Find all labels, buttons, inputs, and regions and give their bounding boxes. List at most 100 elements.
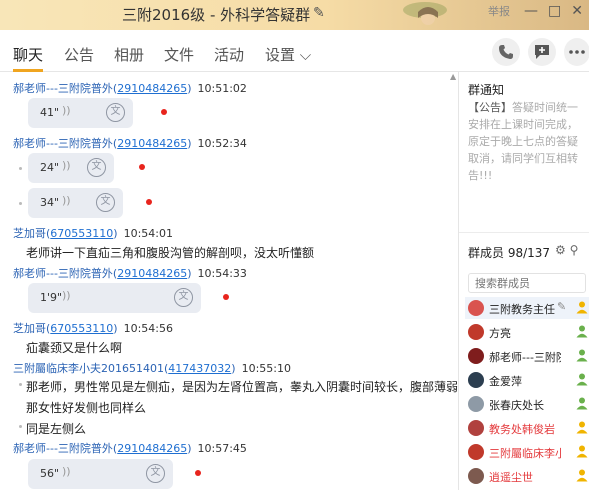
- member-item[interactable]: 逍遥尘世: [465, 465, 589, 487]
- role-icon: [576, 325, 588, 338]
- more-button[interactable]: [564, 38, 589, 66]
- sender-qq-link[interactable]: 2910484265: [117, 442, 187, 455]
- message-text: 老师讲一下直疝三角和腹股沟管的解剖呗，没太听懂额: [26, 246, 315, 260]
- member-item[interactable]: 张春庆处长: [465, 393, 589, 415]
- voice-wave-icon: )): [62, 465, 71, 478]
- member-search-input[interactable]: [468, 273, 586, 293]
- more-icon: [569, 50, 585, 54]
- tab-activities[interactable]: 活动: [214, 44, 244, 65]
- report-menu[interactable]: 举报: [488, 3, 510, 19]
- voice-message[interactable]: 24" )) 文: [28, 153, 114, 183]
- member-item[interactable]: 三附教务主任 ✎: [465, 297, 589, 319]
- member-item[interactable]: 三附屬临床李小夫: [465, 441, 589, 463]
- avatar: [468, 468, 484, 484]
- voice-wave-icon: )): [62, 104, 71, 117]
- message-header: 三附屬临床李小夫201651401(417437032) 10:55:10: [13, 362, 291, 375]
- sender-name[interactable]: 郝老师---三附院普外: [13, 82, 113, 95]
- maximize-icon[interactable]: □: [548, 3, 561, 19]
- bullet-dot: [19, 202, 22, 205]
- sender-name[interactable]: 芝加哥: [13, 322, 46, 335]
- member-item[interactable]: 教务处韩俊岩: [465, 417, 589, 439]
- search-icon[interactable]: ⚲: [570, 243, 579, 257]
- avatar: [468, 420, 484, 436]
- member-name: 三附屬临床李小夫: [489, 447, 561, 460]
- voice-duration: 1'9": [40, 291, 63, 304]
- window-controls: 举报 — □ ✕: [488, 3, 583, 19]
- member-item[interactable]: 郝老师---三附院普外: [465, 345, 589, 367]
- tab-settings[interactable]: 设置 ⌵: [265, 44, 311, 65]
- avatar: [468, 396, 484, 412]
- bullet-dot: [19, 167, 22, 170]
- member-item[interactable]: 金爱萍: [465, 369, 589, 391]
- voice-duration: 34": [40, 196, 60, 209]
- message-text: 那老师，男性常见是左侧疝，是因为左肾位置高，睾丸入阴囊时间较长，腹部薄弱，: [26, 380, 459, 394]
- member-name: 教务处韩俊岩: [489, 423, 555, 436]
- voice-message[interactable]: 41" )) 文: [28, 98, 133, 128]
- phone-icon: [499, 45, 513, 59]
- unread-dot: [223, 294, 229, 300]
- message-header: 芝加哥(670553110) 10:54:56: [13, 322, 173, 335]
- sender-qq-link[interactable]: 2910484265: [117, 137, 187, 150]
- sender-qq-link[interactable]: 2910484265: [117, 267, 187, 280]
- message-time: 10:54:33: [197, 267, 247, 280]
- tab-chat[interactable]: 聊天: [13, 44, 43, 65]
- convert-to-text-icon[interactable]: 文: [146, 464, 165, 483]
- sender-name[interactable]: 郝老师---三附院普外: [13, 137, 113, 150]
- tab-album[interactable]: 相册: [114, 44, 144, 65]
- message-plus-icon: [535, 45, 549, 59]
- members-tools: ⚙ ⚲: [555, 243, 578, 257]
- member-settings-icon[interactable]: ⚙: [555, 243, 566, 257]
- convert-to-text-icon[interactable]: 文: [87, 158, 106, 177]
- notice-tag: 【公告】: [468, 101, 512, 114]
- role-icon: [576, 373, 588, 386]
- bullet-dot: [19, 383, 22, 386]
- sender-name[interactable]: 三附屬临床李小夫201651401: [13, 362, 164, 375]
- sender-name[interactable]: 郝老师---三附院普外: [13, 267, 113, 280]
- voice-wave-icon: )): [62, 289, 71, 302]
- sender-qq-link[interactable]: 670553110: [50, 322, 113, 335]
- convert-to-text-icon[interactable]: 文: [96, 193, 115, 212]
- message-time: 10:51:02: [197, 82, 247, 95]
- message-header: 芝加哥(670553110) 10:54:01: [13, 227, 173, 240]
- chat-scrollbar[interactable]: ▲: [449, 72, 458, 490]
- close-icon[interactable]: ✕: [571, 3, 583, 19]
- message-header: 郝老师---三附院普外(2910484265) 10:51:02: [13, 82, 247, 95]
- call-button[interactable]: [492, 38, 520, 66]
- role-icon: [576, 421, 588, 434]
- chat-area[interactable]: 郝老师---三附院普外(2910484265) 10:51:02 41" )) 文…: [0, 72, 459, 490]
- voice-message[interactable]: 34" )) 文: [28, 188, 123, 218]
- edit-icon[interactable]: ✎: [557, 300, 566, 313]
- voice-message[interactable]: 56" )) 文: [28, 459, 173, 489]
- member-name: 郝老师---三附院普外: [489, 351, 561, 364]
- member-name: 方亮: [489, 327, 511, 340]
- scroll-up-arrow-icon[interactable]: ▲: [450, 72, 456, 81]
- sender-name[interactable]: 郝老师---三附院普外: [13, 442, 113, 455]
- avatar: [468, 348, 484, 364]
- voice-message[interactable]: 1'9" )) 文: [28, 283, 201, 313]
- voice-duration: 41": [40, 106, 60, 119]
- avatar: [468, 372, 484, 388]
- notice-content[interactable]: 【公告】答疑时间统一安排在上课时间完成，原定于晚上七点的答疑取消，请同学们互相转…: [468, 99, 588, 184]
- message-button[interactable]: [528, 38, 556, 66]
- tab-files[interactable]: 文件: [164, 44, 194, 65]
- sender-qq-link[interactable]: 670553110: [50, 227, 113, 240]
- message-text: 同是左侧么: [26, 422, 87, 436]
- unread-dot: [139, 164, 145, 170]
- role-icon: [576, 301, 588, 314]
- convert-to-text-icon[interactable]: 文: [106, 103, 125, 122]
- edit-title-icon[interactable]: ✎: [313, 5, 325, 21]
- message-time: 10:55:10: [241, 362, 291, 375]
- side-divider: [459, 232, 589, 233]
- member-name: 张春庆处长: [489, 399, 544, 412]
- title-bar: 三附2016级 - 外科学答疑群 ✎ 举报 — □ ✕: [0, 0, 589, 30]
- tab-announcements[interactable]: 公告: [64, 44, 94, 65]
- message-header: 郝老师---三附院普外(2910484265) 10:54:33: [13, 267, 247, 280]
- minimize-icon[interactable]: —: [524, 3, 538, 19]
- convert-to-text-icon[interactable]: 文: [174, 288, 193, 307]
- sender-qq-link[interactable]: 2910484265: [117, 82, 187, 95]
- member-item[interactable]: 方亮: [465, 321, 589, 343]
- sender-name[interactable]: 芝加哥: [13, 227, 46, 240]
- role-icon: [576, 469, 588, 482]
- tab-bar: 聊天 公告 相册 文件 活动 设置 ⌵: [0, 30, 589, 72]
- sender-qq-link[interactable]: 417437032: [168, 362, 231, 375]
